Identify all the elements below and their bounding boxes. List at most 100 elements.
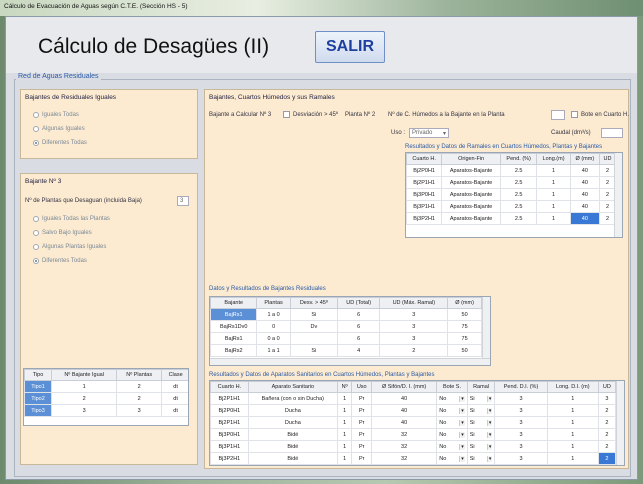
bote-select[interactable]: No ▾	[436, 416, 468, 429]
ramal-select[interactable]: Si ▾	[466, 416, 496, 429]
radio-indicator[interactable]	[33, 140, 39, 146]
table-row[interactable]: Bj3P1H1 Aparatos-Bajante 2.5 1 40 2	[406, 200, 617, 213]
c-humedos-label: Nº de C. Húmedos a la Bajante en la Plan…	[388, 112, 505, 118]
table-row[interactable]: Bj3P2H1 Bidé 1 Pr 32 No ▾ Si ▾ 3 1 2	[210, 452, 617, 465]
column-header: Ø Sifón/D. I. (mm)	[370, 381, 438, 393]
chevron-down-icon[interactable]: ▾	[486, 455, 493, 462]
chevron-down-icon[interactable]: ▾	[459, 431, 465, 438]
column-header: Ø (mm)	[447, 297, 482, 309]
radio-indicator[interactable]	[33, 126, 39, 132]
chevron-down-icon[interactable]: ▾	[486, 431, 493, 438]
table-row[interactable]: Bj3P1H1 Bidé 1 Pr 32 No ▾ Si ▾ 3 1 2	[210, 440, 617, 453]
bajantes-table: Bajante Plantas Desv. > 45º UD (Total) U…	[209, 296, 491, 366]
radio-algunas-iguales[interactable]: Algunas Iguales	[33, 126, 85, 132]
bajantes-table-title: Datos y Resultados de Bajantes Residuale…	[209, 286, 326, 292]
radio-indicator[interactable]	[33, 112, 39, 118]
table-row[interactable]: Bj3P0H1 Aparatos-Bajante 2.5 1 40 2	[406, 188, 617, 201]
chevron-down-icon[interactable]: ▾	[486, 395, 493, 402]
bote-checkbox[interactable]	[571, 111, 578, 118]
app-window: Cálculo de Evacuación de Aguas según C.T…	[0, 0, 643, 484]
ramal-select[interactable]: Si ▾	[466, 392, 496, 405]
table-row[interactable]: Bj2P1H1 Aparatos-Bajante 2.5 1 40 2	[406, 176, 617, 189]
column-header: Cuarto H.	[406, 153, 443, 165]
table-row[interactable]: Tipo1 1 2 dt	[24, 380, 188, 393]
bote-select[interactable]: No ▾	[436, 440, 468, 453]
bote-select[interactable]: No ▾	[436, 404, 468, 417]
uso-label: Uso :	[391, 130, 406, 136]
column-header: Bote S.	[436, 381, 468, 393]
column-header: Nº Plantas	[116, 369, 163, 381]
aparatos-scrollbar[interactable]	[616, 381, 624, 465]
table-row[interactable]: BajRs1Dv0 0 Dv 6 3 75	[210, 320, 482, 333]
column-header: Nº Bajante Igual	[51, 369, 118, 381]
planta-label: Planta Nº 2	[345, 112, 376, 118]
radio-diferentes-todas[interactable]: Diferentes Todas	[33, 140, 87, 146]
table-row[interactable]: Bj2P1H1 Bañera (con o sin Ducha) 1 Pr 40…	[210, 392, 617, 405]
chevron-down-icon[interactable]: ▾	[459, 443, 465, 450]
table-row[interactable]: Bj2P0H1 Aparatos-Bajante 2.5 1 40 2	[406, 164, 617, 177]
caudal-input[interactable]	[601, 128, 623, 138]
table-row[interactable]: BajRs1 0 a 0 6 3 75	[210, 332, 482, 345]
column-header: Long.(m)	[536, 153, 571, 165]
table-row[interactable]: Bj2P1H1 Ducha 1 Pr 40 No ▾ Si ▾ 3 1 2	[210, 416, 617, 429]
page-title: Cálculo de Desagües (II)	[38, 35, 270, 58]
column-header: Aparato Sanitario	[247, 381, 338, 393]
table-row[interactable]: Bj2P0H1 Ducha 1 Pr 40 No ▾ Si ▾ 3 1 2	[210, 404, 617, 417]
column-header: Ø (mm)	[569, 153, 600, 165]
radio-diferentes-todas-plantas[interactable]: Diferentes Todas	[33, 258, 87, 264]
radio-iguales-todas[interactable]: Iguales Todas	[33, 112, 79, 118]
column-header: Long. D.I. (m)	[546, 381, 599, 393]
bajantes-iguales-panel: Bajantes de Residuales Iguales Iguales T…	[20, 89, 198, 159]
ramal-select[interactable]: Si ▾	[466, 428, 496, 441]
table-row[interactable]: Bj3P2H1 Aparatos-Bajante 2.5 1 40 2	[406, 212, 617, 225]
column-header: UD (Total)	[336, 297, 381, 309]
radio-indicator[interactable]	[33, 258, 39, 264]
radio-indicator[interactable]	[33, 216, 39, 222]
chevron-down-icon[interactable]: ▾	[486, 407, 493, 414]
chevron-down-icon[interactable]: ▾	[459, 395, 465, 402]
bote-select[interactable]: No ▾	[436, 392, 468, 405]
plantas-input[interactable]: 3	[177, 196, 189, 206]
bote-label: Bote en Cuarto H.	[581, 112, 630, 118]
column-header: Origen-Fin	[441, 153, 501, 165]
chevron-down-icon[interactable]: ▾	[486, 443, 493, 450]
bote-select[interactable]: No ▾	[436, 452, 468, 465]
radio-indicator[interactable]	[33, 230, 39, 236]
table-row[interactable]: Tipo2 2 2 dt	[24, 392, 188, 405]
table-row[interactable]: Tipo3 3 3 dt	[24, 404, 188, 417]
radio-algunas-plantas-iguales[interactable]: Algunas Plantas Iguales	[33, 244, 106, 250]
ramal-select[interactable]: Si ▾	[466, 452, 496, 465]
ramales-panel: Bajantes, Cuartos Húmedos y sus Ramales …	[204, 89, 629, 469]
column-header: Tipo	[24, 369, 53, 381]
c-humedos-input[interactable]	[551, 110, 565, 120]
radio-salvo-bajo-iguales[interactable]: Salvo Bajo Iguales	[33, 230, 92, 236]
bajantes-iguales-title: Bajantes de Residuales Iguales	[25, 94, 117, 101]
ramal-select[interactable]: Si ▾	[466, 440, 496, 453]
column-header: Pend. (%)	[499, 153, 538, 165]
column-header: Bajante	[210, 297, 258, 309]
uso-select[interactable]: Privado ▾	[409, 128, 449, 138]
desviacion-checkbox[interactable]	[283, 111, 290, 118]
column-header: Clase	[161, 369, 188, 381]
residual-water-group-label: Red de Aguas Residuales	[16, 73, 101, 80]
ramales-panel-title: Bajantes, Cuartos Húmedos y sus Ramales	[209, 94, 335, 101]
column-header: Ramal	[466, 381, 496, 393]
ramales-scrollbar[interactable]	[614, 153, 622, 237]
table-row[interactable]: BajRs1 1 a 0 Si 6 3 50	[210, 308, 482, 321]
table-row[interactable]: Bj3P0H1 Bidé 1 Pr 32 No ▾ Si ▾ 3 1 2	[210, 428, 617, 441]
window-titlebar: Cálculo de Evacuación de Aguas según C.T…	[0, 0, 643, 16]
chevron-down-icon[interactable]: ▾	[486, 419, 493, 426]
column-header: Plantas	[256, 297, 291, 309]
chevron-down-icon[interactable]: ▾	[459, 455, 465, 462]
exit-button[interactable]: SALIR	[315, 31, 385, 63]
radio-iguales-todas-plantas[interactable]: Iguales Todas las Plantas	[33, 216, 110, 222]
radio-indicator[interactable]	[33, 244, 39, 250]
bajantes-hscrollbar[interactable]	[210, 358, 490, 365]
table-row[interactable]: BajRs2 1 a 1 Si 4 2 50	[210, 344, 482, 357]
bote-select[interactable]: No ▾	[436, 428, 468, 441]
chevron-down-icon[interactable]: ▾	[459, 407, 465, 414]
bajantes-vscrollbar[interactable]	[482, 297, 490, 358]
column-header: Nº	[336, 381, 353, 393]
ramal-select[interactable]: Si ▾	[466, 404, 496, 417]
chevron-down-icon[interactable]: ▾	[459, 419, 465, 426]
